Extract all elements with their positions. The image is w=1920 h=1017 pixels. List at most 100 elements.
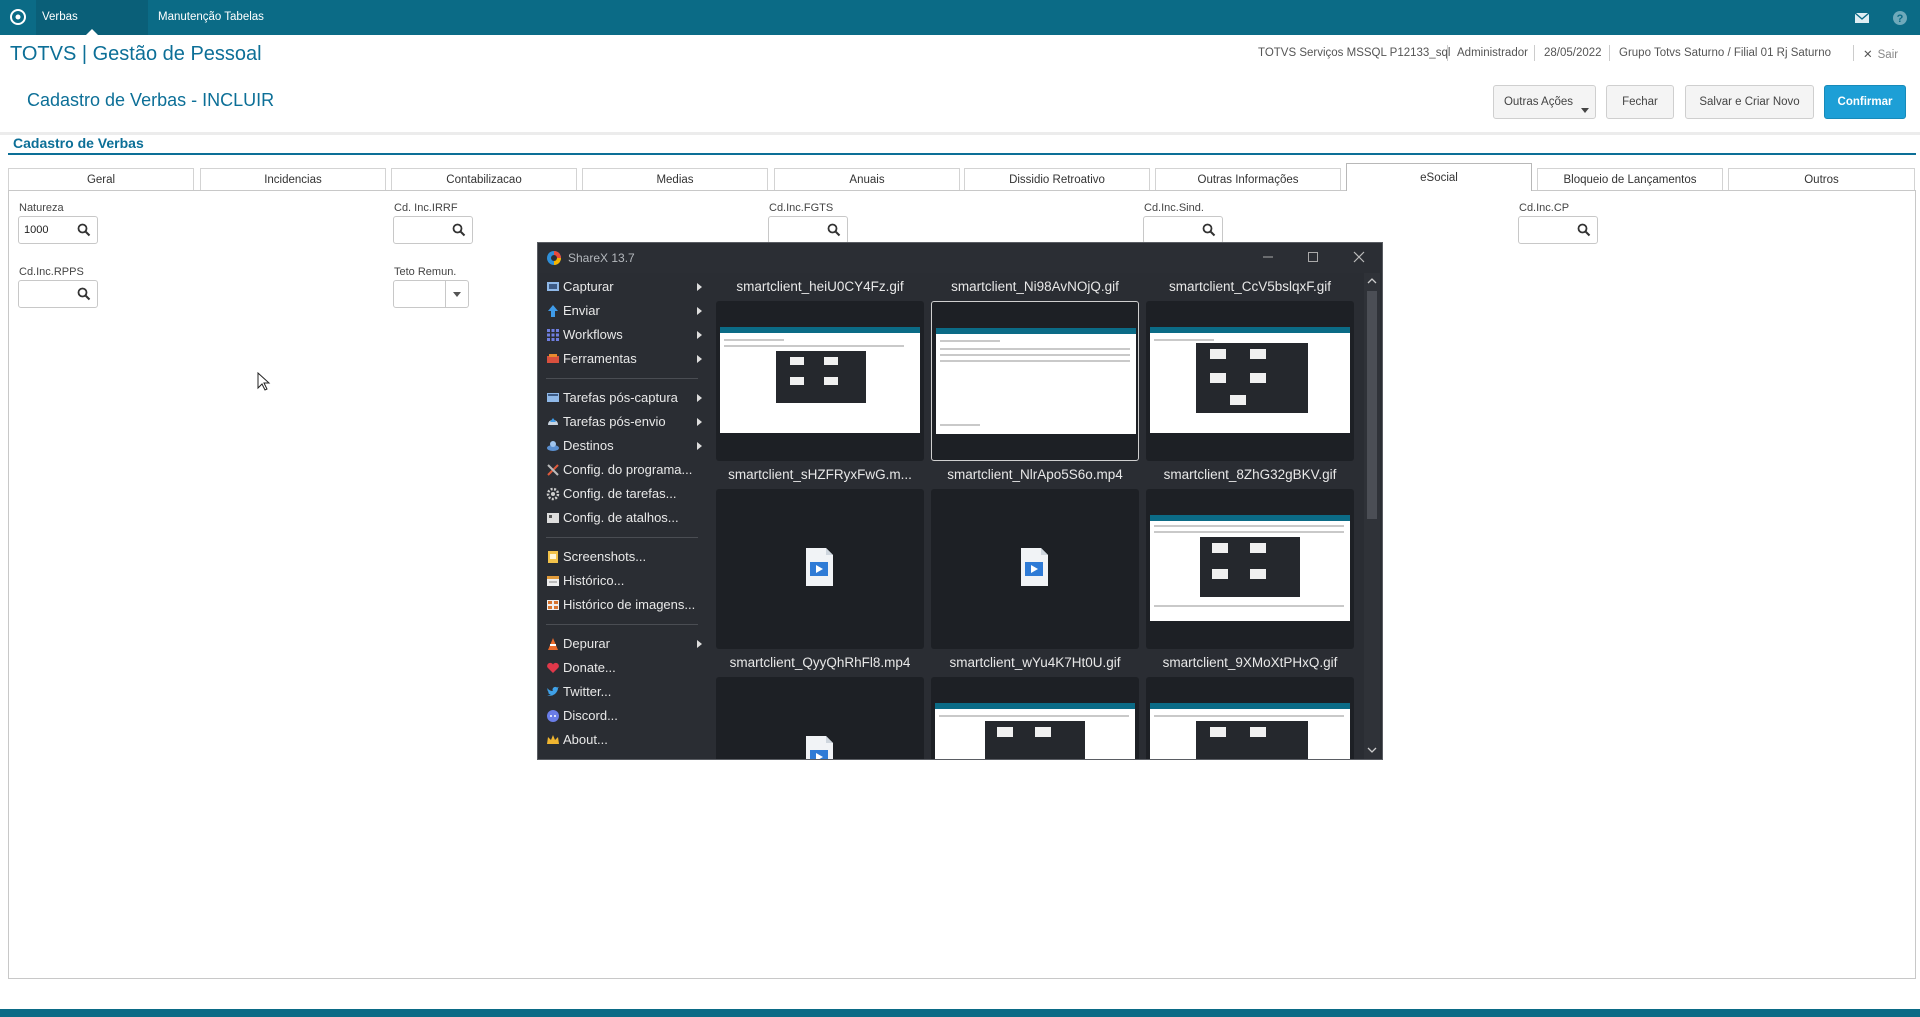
thumbnail-line bbox=[1154, 715, 1344, 717]
hotkey-settings-icon bbox=[547, 513, 559, 523]
menu-item-discord[interactable]: Discord... bbox=[546, 705, 708, 727]
scroll-down-icon[interactable] bbox=[1367, 745, 1377, 755]
thumbnail-frame[interactable] bbox=[1146, 489, 1354, 649]
thumbnail-line bbox=[940, 360, 1130, 362]
cd-inc-sind-field[interactable] bbox=[1143, 216, 1223, 244]
thumbnail-frame[interactable] bbox=[1146, 301, 1354, 461]
scrollbar-thumb[interactable] bbox=[1367, 291, 1377, 519]
close-button[interactable]: Fechar bbox=[1606, 85, 1674, 119]
search-icon[interactable] bbox=[77, 287, 91, 301]
branch-label: Grupo Totvs Saturno / Filial 01 Rj Satur… bbox=[1619, 47, 1832, 59]
tab-geral[interactable]: Geral bbox=[8, 168, 194, 190]
sharex-titlebar[interactable]: ShareX 13.7 bbox=[538, 243, 1382, 273]
search-icon[interactable] bbox=[77, 223, 91, 237]
tab-outros[interactable]: Outros bbox=[1728, 168, 1915, 190]
video-file-icon bbox=[806, 548, 833, 586]
sharex-window[interactable]: ShareX 13.7 Capturar Enviar Workflows Fe… bbox=[537, 242, 1383, 760]
menu-item-enviar[interactable]: Enviar bbox=[546, 300, 708, 322]
thumbnail-image bbox=[935, 703, 1135, 759]
menu-item-depurar[interactable]: Depurar bbox=[546, 633, 708, 655]
maximize-icon[interactable] bbox=[1305, 249, 1321, 265]
menu-item-screenshots[interactable]: Screenshots... bbox=[546, 546, 708, 568]
thumbnail-frame[interactable] bbox=[716, 301, 924, 461]
minimize-icon[interactable] bbox=[1260, 249, 1276, 265]
confirm-button[interactable]: Confirmar bbox=[1824, 85, 1906, 119]
tab-esocial[interactable]: eSocial bbox=[1346, 163, 1532, 191]
menu-item-label: Destinos bbox=[563, 438, 614, 453]
thumbnail-mini bbox=[1250, 373, 1266, 383]
file-name: smartclient_QyyQhRhFl8.mp4 bbox=[729, 655, 911, 670]
menu-item-tarefas-pos-captura[interactable]: Tarefas pós-captura bbox=[546, 387, 708, 409]
menu-item-donate[interactable]: Donate... bbox=[546, 657, 708, 679]
thumbnail-frame[interactable] bbox=[931, 677, 1139, 759]
search-icon[interactable] bbox=[452, 223, 466, 237]
thumbnail-mini bbox=[1210, 727, 1226, 737]
cd-inc-rpps-field[interactable] bbox=[18, 280, 98, 308]
menu-item-config-programa[interactable]: Config. do programa... bbox=[546, 459, 708, 481]
file-name: smartclient_CcV5bslqxF.gif bbox=[1168, 279, 1332, 294]
thumbnail-header bbox=[936, 328, 1136, 334]
menu-item-workflows[interactable]: Workflows bbox=[546, 324, 708, 346]
cd-inc-irrf-field[interactable] bbox=[393, 216, 473, 244]
close-x-icon: ✕ bbox=[1863, 49, 1873, 61]
cd-inc-fgts-label: Cd.Inc.FGTS bbox=[769, 202, 834, 214]
sharex-scrollbar[interactable] bbox=[1364, 273, 1380, 759]
chevron-down-icon[interactable] bbox=[445, 281, 468, 307]
tab-contabilizacao[interactable]: Contabilizacao bbox=[391, 168, 577, 190]
tab-outras-informacoes[interactable]: Outras Informações bbox=[1155, 168, 1341, 190]
teto-remun-label: Teto Remun. bbox=[394, 266, 457, 278]
tab-incidencias[interactable]: Incidencias bbox=[200, 168, 386, 190]
search-icon[interactable] bbox=[1202, 223, 1216, 237]
menu-item-capturar[interactable]: Capturar bbox=[546, 276, 708, 298]
totvs-logo-icon[interactable] bbox=[8, 7, 28, 27]
teto-remun-select[interactable] bbox=[393, 280, 469, 308]
other-actions-button[interactable]: Outras Ações bbox=[1493, 85, 1596, 119]
menu-item-label: Capturar bbox=[563, 279, 614, 294]
tab-verbas[interactable]: Verbas [02.9.0007]× bbox=[36, 0, 148, 57]
search-icon[interactable] bbox=[1577, 223, 1591, 237]
cd-inc-rpps-label: Cd.Inc.RPPS bbox=[19, 266, 84, 278]
thumbnail-frame[interactable] bbox=[931, 489, 1139, 649]
tab-medias[interactable]: Medias bbox=[582, 168, 768, 190]
menu-item-about[interactable]: About... bbox=[546, 729, 708, 751]
menu-item-label: Screenshots... bbox=[563, 549, 647, 564]
file-name: smartclient_8ZhG32gBKV.gif bbox=[1163, 467, 1337, 482]
thumbnail-mini bbox=[824, 357, 838, 365]
save-and-new-button[interactable]: Salvar e Criar Novo bbox=[1685, 85, 1814, 119]
cd-inc-cp-field[interactable] bbox=[1518, 216, 1598, 244]
thumbnail-mini bbox=[1212, 543, 1228, 553]
tab-dissidio-retroativo[interactable]: Dissidio Retroativo bbox=[964, 168, 1150, 190]
tab-bloqueio-de-lancamentos[interactable]: Bloqueio de Lançamentos bbox=[1537, 168, 1723, 190]
menu-item-twitter[interactable]: Twitter... bbox=[546, 681, 708, 703]
menu-item-historico-imagens[interactable]: Histórico de imagens... bbox=[546, 594, 708, 616]
thumbnail-frame[interactable] bbox=[716, 489, 924, 649]
cd-inc-irrf-label: Cd. Inc.IRRF bbox=[394, 202, 458, 214]
thumbnail-frame[interactable] bbox=[1146, 677, 1354, 759]
app-title: TOTVS | Gestão de Pessoal bbox=[10, 43, 262, 65]
menu-item-tarefas-pos-envio[interactable]: Tarefas pós-envio bbox=[546, 411, 708, 433]
menu-item-destinos[interactable]: Destinos bbox=[546, 435, 708, 457]
thumbnail-mini bbox=[1035, 727, 1051, 737]
submenu-arrow-icon bbox=[697, 355, 702, 363]
thumbnail-frame[interactable] bbox=[931, 301, 1139, 461]
menu-item-config-tarefas[interactable]: Config. de tarefas... bbox=[546, 483, 708, 505]
thumbnail-frame[interactable] bbox=[716, 677, 924, 759]
exit-button[interactable]: ✕ Sair bbox=[1863, 47, 1898, 61]
menu-item-historico[interactable]: Histórico... bbox=[546, 570, 708, 592]
mail-icon[interactable] bbox=[1853, 9, 1871, 27]
tab-anuais[interactable]: Anuais bbox=[774, 168, 960, 190]
thumbnail-image bbox=[1150, 703, 1350, 759]
cd-inc-fgts-field[interactable] bbox=[768, 216, 848, 244]
discord-icon bbox=[547, 710, 559, 722]
scroll-up-icon[interactable] bbox=[1367, 276, 1377, 286]
menu-item-config-atalhos[interactable]: Config. de atalhos... bbox=[546, 507, 708, 529]
menu-item-ferramentas[interactable]: Ferramentas bbox=[546, 348, 708, 370]
search-icon[interactable] bbox=[827, 223, 841, 237]
menu-divider bbox=[546, 537, 698, 538]
thumbnail-line bbox=[940, 424, 980, 426]
submenu-arrow-icon bbox=[697, 394, 702, 402]
natureza-field[interactable]: 1000 bbox=[18, 216, 98, 244]
close-icon[interactable] bbox=[1351, 249, 1367, 265]
help-icon[interactable]: ? bbox=[1891, 9, 1909, 27]
tab-manutencao-tabelas[interactable]: Manutenção Tabelas [02.9.0007]× bbox=[152, 0, 328, 57]
